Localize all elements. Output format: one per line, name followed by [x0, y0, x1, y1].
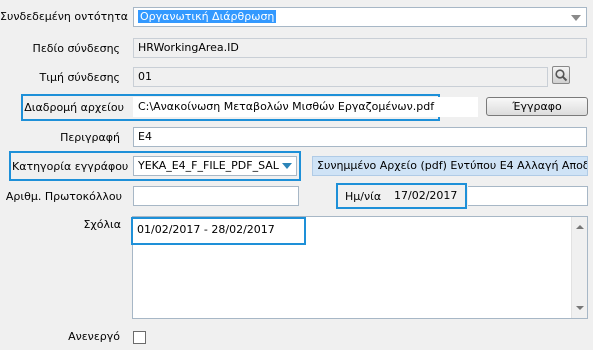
comments-text: 01/02/2017 - 28/02/2017	[137, 223, 275, 236]
category-dropdown-button[interactable]	[278, 157, 296, 175]
chevron-down-icon[interactable]	[571, 15, 581, 21]
lookup-button[interactable]	[552, 66, 570, 84]
scroll-up-icon[interactable]	[576, 225, 584, 229]
description-label: Περιγραφή	[60, 131, 120, 144]
document-category-select[interactable]: YEKA_E4_F_FILE_PDF_SAL	[133, 156, 297, 176]
search-icon	[555, 69, 568, 82]
chevron-down-icon	[282, 163, 292, 169]
date-label: Ημ/νία	[345, 190, 382, 203]
link-value-label: Τιμή σύνδεσης	[39, 71, 120, 84]
linked-entity-select[interactable]: Οργανωτική Διάρθρωση	[133, 7, 587, 27]
file-path-label: Διαδρομή αρχείου	[24, 101, 124, 114]
linked-entity-value: Οργανωτική Διάρθρωση	[138, 10, 277, 23]
linked-entity-label: Συνδεδεμένη οντότητα	[0, 10, 129, 23]
comments-scrollbar[interactable]	[571, 217, 587, 318]
link-field-label: Πεδίο σύνδεσης	[32, 42, 120, 55]
file-path-input[interactable]: C:\Ανακοίνωση Μεταβολών Μισθών Εργαζομέν…	[133, 97, 478, 117]
protocol-number-input[interactable]	[133, 186, 299, 206]
date-input-tail	[468, 186, 588, 206]
protocol-number-label: Αριθμ. Πρωτοκόλλου	[5, 190, 122, 203]
description-input[interactable]: Ε4	[133, 127, 587, 147]
document-button[interactable]: Έγγραφο	[486, 97, 588, 116]
document-category-value: YEKA_E4_F_FILE_PDF_SAL	[138, 159, 279, 172]
scroll-down-icon[interactable]	[576, 306, 584, 310]
link-field-input: HRWorkingArea.ID	[133, 38, 587, 58]
comments-label: Σχόλια	[83, 218, 121, 231]
link-value-input: 01	[133, 67, 548, 87]
document-category-label: Κατηγορία εγγράφου	[12, 160, 129, 173]
inactive-label: Ανενεργό	[68, 330, 120, 343]
document-category-description: Συνημμένο Αρχείο (pdf) Εντύπου Ε4 Αλλαγή…	[312, 156, 588, 176]
inactive-checkbox[interactable]	[133, 331, 146, 344]
